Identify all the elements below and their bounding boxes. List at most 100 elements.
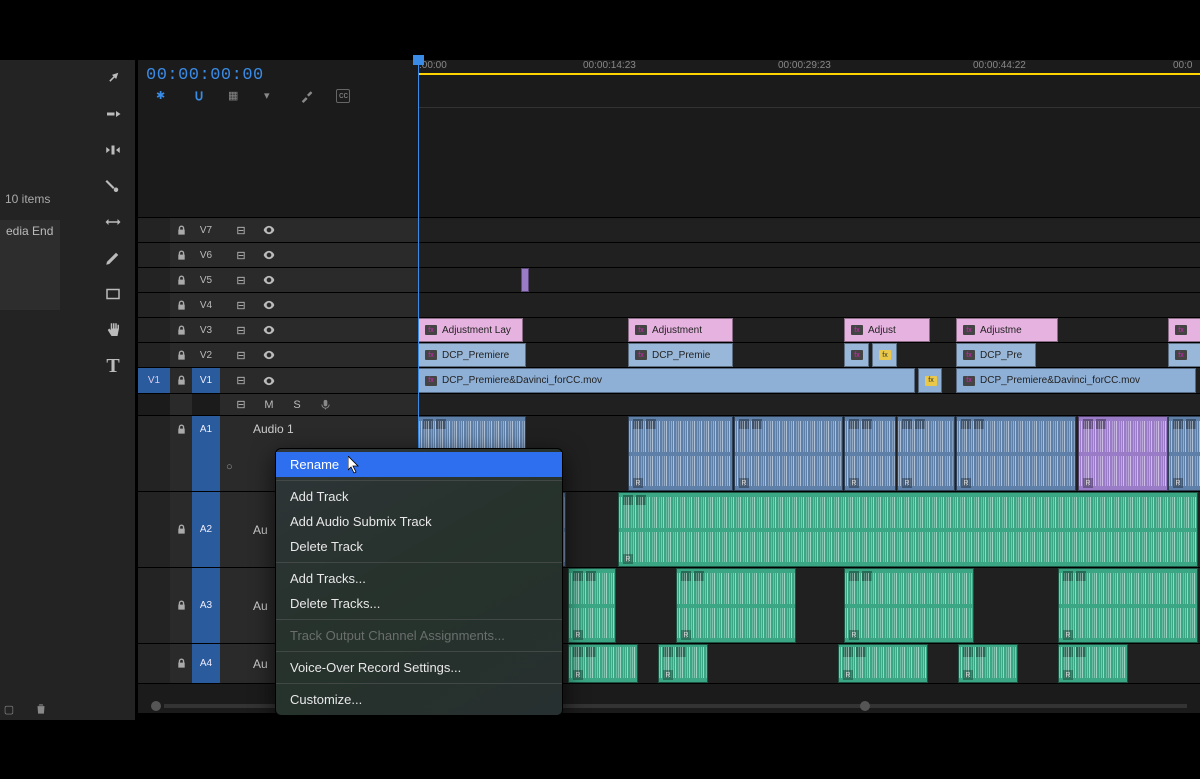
audio-clip[interactable]: R [958, 644, 1018, 683]
source-patch-v1[interactable]: V1 [138, 368, 170, 393]
clip[interactable]: fx [872, 343, 897, 367]
audio-clip[interactable]: R [618, 492, 1198, 567]
fx-badge-icon[interactable]: fx [1175, 350, 1187, 360]
hand-tool-icon[interactable] [101, 318, 125, 342]
fx-badge-icon[interactable]: fx [425, 325, 437, 335]
sync-lock-icon[interactable]: ⊟ [234, 398, 248, 412]
menu-item-customize[interactable]: Customize... [276, 687, 562, 712]
audio-clip[interactable]: R [897, 416, 955, 491]
audio-clip[interactable]: R [568, 644, 638, 683]
menu-item-delete-track[interactable]: Delete Track [276, 534, 562, 559]
sync-lock-icon[interactable]: ⊟ [234, 374, 248, 388]
lock-icon[interactable] [170, 325, 192, 336]
voice-over-icon[interactable] [318, 398, 332, 412]
audio-clip[interactable]: R [1058, 644, 1128, 683]
slip-tool-icon[interactable] [101, 210, 125, 234]
lock-icon[interactable] [170, 225, 192, 236]
video-track-v5[interactable]: V5 ⊟ [138, 268, 1200, 293]
fx-badge-icon[interactable]: fx [963, 325, 975, 335]
sync-lock-icon[interactable]: ⊟ [234, 248, 248, 262]
clip[interactable]: fxAdjustment [628, 318, 733, 342]
audio-clip[interactable]: R [1058, 568, 1198, 643]
audio-clip[interactable]: R [844, 568, 974, 643]
lock-icon[interactable] [170, 375, 192, 386]
audio-clip[interactable]: R [1168, 416, 1200, 491]
work-area-bar[interactable] [418, 73, 1200, 75]
settings-wrench-icon[interactable] [300, 89, 314, 103]
lock-icon[interactable] [170, 658, 192, 669]
clip[interactable]: fx [1168, 343, 1200, 367]
solo-button[interactable]: S [290, 398, 304, 412]
lock-icon[interactable] [170, 250, 192, 261]
clip[interactable]: fx [1168, 318, 1200, 342]
toggle-track-output-icon[interactable] [262, 273, 276, 287]
video-track-v6[interactable]: V6 ⊟ [138, 243, 1200, 268]
clip[interactable]: fx [918, 368, 942, 393]
menu-item-voice-over-settings[interactable]: Voice-Over Record Settings... [276, 655, 562, 680]
fx-badge-icon[interactable]: fx [425, 376, 437, 386]
sync-lock-icon[interactable]: ⊟ [234, 223, 248, 237]
clip[interactable]: fxDCP_Pre [956, 343, 1036, 367]
selection-tool-icon[interactable] [101, 66, 125, 90]
menu-item-add-track[interactable]: Add Track [276, 484, 562, 509]
insert-mode-icon[interactable]: ✱ [156, 89, 170, 103]
lock-icon[interactable] [170, 524, 192, 535]
razor-tool-icon[interactable] [101, 174, 125, 198]
fx-badge-icon[interactable]: fx [963, 350, 975, 360]
video-track-v3[interactable]: V3 ⊟ fxAdjustment LayfxAdjustmentfxAdjus… [138, 318, 1200, 343]
video-track-v4[interactable]: V4 ⊟ [138, 293, 1200, 318]
track-target[interactable]: V7 [192, 218, 220, 242]
sync-lock-icon[interactable]: ⊟ [234, 273, 248, 287]
audio-clip[interactable]: R [838, 644, 928, 683]
video-track-v2[interactable]: V2 ⊟ fxDCP_PremierefxDCP_PremiefxfxfxDCP… [138, 343, 1200, 368]
fx-badge-icon[interactable]: fx [851, 325, 863, 335]
video-track-v1[interactable]: V1 V1 ⊟ fxDCP_Premiere&Davinci_forCC.mov… [138, 368, 1200, 394]
track-target[interactable]: V2 [192, 343, 220, 367]
sync-lock-icon[interactable]: ⊟ [234, 298, 248, 312]
playhead-timecode[interactable]: 00:00:00:00 [146, 66, 410, 85]
fx-badge-icon[interactable]: fx [851, 350, 863, 360]
time-ruler[interactable]: :00:0000:00:14:2300:00:29:2300:00:44:220… [418, 60, 1200, 108]
lock-icon[interactable] [170, 424, 192, 435]
track-target-a1[interactable]: A1 [192, 416, 220, 444]
lock-icon[interactable] [170, 275, 192, 286]
track-target[interactable]: V6 [192, 243, 220, 267]
track-target-a4[interactable]: A4 [192, 644, 220, 683]
audio-clip[interactable]: R [676, 568, 796, 643]
toggle-track-output-icon[interactable] [262, 323, 276, 337]
clip[interactable]: fx [844, 343, 869, 367]
lock-icon[interactable] [170, 300, 192, 311]
track-target-a3[interactable]: A3 [192, 568, 220, 643]
track-target[interactable]: V3 [192, 318, 220, 342]
captions-icon[interactable]: cc [336, 89, 350, 103]
pen-tool-icon[interactable] [101, 246, 125, 270]
zoom-handle-right[interactable] [860, 701, 870, 711]
track-target[interactable]: V5 [192, 268, 220, 292]
sync-lock-icon[interactable]: ⊟ [234, 323, 248, 337]
lock-icon[interactable] [170, 600, 192, 611]
audio-clip[interactable]: R [734, 416, 843, 491]
menu-item-rename[interactable]: Rename [276, 452, 562, 477]
trash-icon[interactable] [34, 702, 48, 716]
ripple-edit-tool-icon[interactable] [101, 138, 125, 162]
menu-item-add-submix[interactable]: Add Audio Submix Track [276, 509, 562, 534]
toggle-track-output-icon[interactable] [262, 298, 276, 312]
toggle-track-output-icon[interactable] [262, 248, 276, 262]
toggle-track-output-icon[interactable] [262, 374, 276, 388]
snap-icon[interactable] [192, 89, 206, 103]
audio-clip[interactable]: R [1078, 416, 1168, 491]
lock-icon[interactable] [170, 350, 192, 361]
clip[interactable]: fxAdjust [844, 318, 930, 342]
clip[interactable]: fxDCP_Premiere [418, 343, 526, 367]
fx-badge-icon[interactable]: fx [963, 376, 975, 386]
menu-item-add-tracks[interactable]: Add Tracks... [276, 566, 562, 591]
toggle-track-output-icon[interactable] [262, 223, 276, 237]
fx-badge-icon[interactable]: fx [1175, 325, 1187, 335]
toggle-track-output-icon[interactable] [262, 348, 276, 362]
linked-selection-icon[interactable]: ▦ [228, 89, 242, 103]
type-tool-icon[interactable]: T [101, 354, 125, 378]
sync-lock-icon[interactable]: ⊟ [234, 348, 248, 362]
audio-clip[interactable]: R [628, 416, 733, 491]
clip[interactable]: fxDCP_Premiere&Davinci_forCC.mov [956, 368, 1196, 393]
audio-clip[interactable]: R [658, 644, 708, 683]
